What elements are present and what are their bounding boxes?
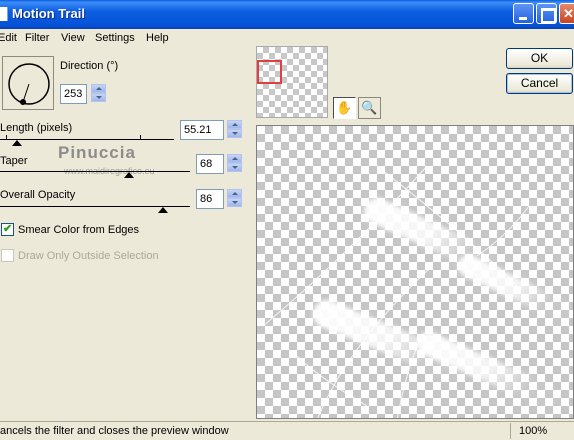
outside-selection-checkbox[interactable] xyxy=(1,249,14,262)
length-input[interactable]: 55.21 xyxy=(180,120,224,140)
status-divider xyxy=(510,423,511,439)
opacity-slider-thumb[interactable] xyxy=(158,207,169,213)
cancel-button[interactable]: Cancel xyxy=(506,73,573,94)
length-slider-track[interactable] xyxy=(0,139,174,140)
direction-spinner[interactable] xyxy=(91,84,106,102)
outside-selection-label: Draw Only Outside Selection xyxy=(18,250,159,262)
maximize-button[interactable] xyxy=(536,3,557,24)
direction-label: Direction (°) xyxy=(60,60,119,72)
watermark-name: Pinuccia xyxy=(58,143,136,162)
smear-checkbox[interactable] xyxy=(1,222,14,236)
status-bar: ancels the filter and closes the preview… xyxy=(0,421,574,440)
zoom-level: 100% xyxy=(519,425,548,437)
navigator-thumbnail[interactable] xyxy=(256,46,328,118)
hand-icon[interactable]: ✋ xyxy=(333,97,356,119)
menu-help[interactable]: Help xyxy=(146,29,169,48)
title-bar[interactable]: Motion Trail xyxy=(0,0,574,29)
menu-settings[interactable]: Settings xyxy=(95,29,135,48)
ok-button[interactable]: OK xyxy=(506,48,573,69)
length-label: Length (pixels) xyxy=(0,122,73,134)
length-slider-thumb[interactable] xyxy=(12,140,23,146)
length-spinner[interactable] xyxy=(227,120,242,138)
taper-slider-track[interactable] xyxy=(0,171,190,172)
opacity-label: Overall Opacity xyxy=(0,189,76,201)
window-title: Motion Trail xyxy=(12,6,85,21)
magnifier-icon[interactable]: 🔍 xyxy=(358,97,381,119)
taper-input[interactable]: 68 xyxy=(196,154,224,174)
app-icon xyxy=(0,7,8,21)
taper-spinner[interactable] xyxy=(227,154,242,172)
close-button[interactable] xyxy=(559,3,574,24)
opacity-input[interactable]: 86 xyxy=(196,189,224,209)
taper-label: Taper xyxy=(0,155,28,167)
direction-input[interactable]: 253 xyxy=(60,84,87,104)
navigator-viewport-box[interactable] xyxy=(257,60,282,84)
smear-label: Smear Color from Edges xyxy=(18,224,140,236)
direction-dial[interactable] xyxy=(2,56,54,110)
opacity-spinner[interactable] xyxy=(227,189,242,207)
taper-slider-thumb[interactable] xyxy=(124,172,135,178)
preview-canvas[interactable] xyxy=(256,125,574,419)
menu-view[interactable]: View xyxy=(61,29,85,48)
status-text: ancels the filter and closes the preview… xyxy=(0,425,229,437)
menu-filter[interactable]: Filter xyxy=(25,29,49,48)
menu-edit[interactable]: Edit xyxy=(0,29,17,48)
minimize-button[interactable] xyxy=(513,3,534,24)
